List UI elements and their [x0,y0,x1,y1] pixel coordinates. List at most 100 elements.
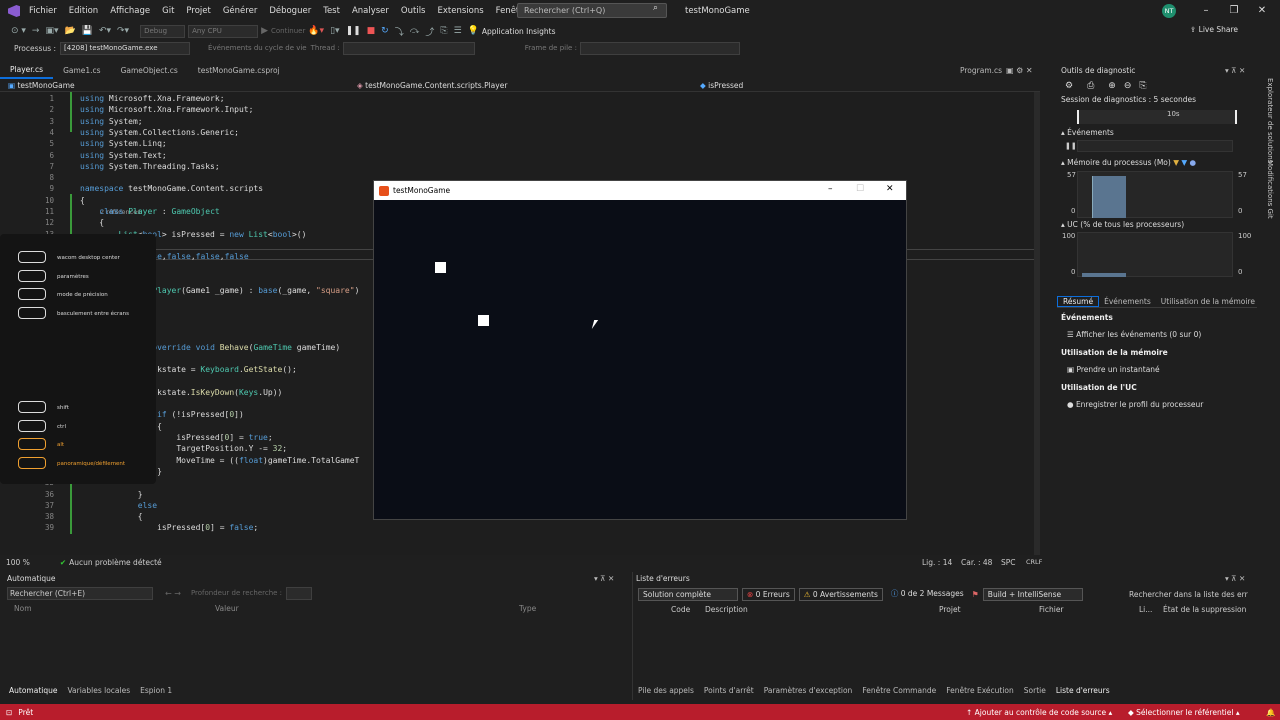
nav-project[interactable]: ▣ testMonoGame [8,81,75,90]
autos-search-input[interactable]: Rechercher (Ctrl+E) [7,586,153,600]
wacom-button[interactable] [18,457,46,469]
problems-status[interactable]: Aucun problème détecté [69,558,162,567]
restart-icon[interactable]: ↻ [378,26,392,36]
code-line[interactable]: namespace testMonoGame.Content.scripts [80,184,263,193]
errors-filter[interactable]: ⊗ 0 Erreurs [742,587,795,601]
panel-pin-icon[interactable]: ▾ ⊼ ✕ [1225,572,1245,585]
notifications-icon[interactable]: 🔔 [1266,708,1275,717]
diag-memory-header[interactable]: ▴ Mémoire du processus (Mo) ▼ ▼ ● [1061,158,1196,167]
autos-tab[interactable]: Automatique [4,686,62,695]
reset-icon[interactable]: ⎘ [1139,81,1146,91]
hot-reload-icon[interactable]: 🔥▾ [305,26,327,36]
new-item-icon[interactable]: ▣▾ [42,26,61,36]
wacom-button[interactable] [18,438,46,450]
code-line[interactable]: { [80,218,104,227]
col-project[interactable]: Projet [939,605,961,614]
code-line[interactable]: using Microsoft.Xna.Framework.Input; [80,105,253,114]
warnings-filter[interactable]: ⚠ 0 Avertissements [798,587,883,601]
col-type[interactable]: Type [519,604,536,613]
col-file[interactable]: Fichier [1039,605,1064,614]
tab-testmonogame-csproj[interactable]: testMonoGame.csproj [188,64,290,78]
menu-item[interactable]: Outils [395,0,432,22]
code-line[interactable]: { [80,512,143,521]
menu-item[interactable]: Test [317,0,346,22]
show-events-link[interactable]: ☰ Afficher les événements (0 sur 0) [1067,330,1201,339]
col-code[interactable]: Code [671,605,690,614]
redo-icon[interactable]: ↷▾ [114,26,132,36]
close-icon[interactable]: ✕ [1248,0,1276,22]
code-line[interactable]: } [80,490,143,499]
menu-item[interactable]: Générer [217,0,263,22]
app-insights-button[interactable]: Application Insights [482,27,556,36]
minimize-icon[interactable]: – [1192,0,1220,22]
game-minimize-icon[interactable]: – [828,184,833,194]
tab-player-cs[interactable]: Player.cs [0,63,54,79]
code-line[interactable]: using System.Collections.Generic; [80,128,239,137]
save-icon[interactable]: 💾 [79,26,96,36]
platform-combo[interactable]: Any CPU [188,24,259,38]
nav-member[interactable]: ◆ isPressed [700,81,743,90]
maximize-icon[interactable]: ❐ [1220,0,1248,22]
zoom-in-icon[interactable]: ⊕ [1108,81,1116,91]
wacom-button[interactable] [18,270,46,282]
dropdown-icon[interactable]: ▣ ⚙ ✕ [1006,66,1033,75]
menu-item[interactable]: Edition [63,0,104,22]
bottom-tab[interactable]: Paramètres d'exception [759,686,858,695]
lifecycle-events-button[interactable]: Événements du cycle de vie [208,44,307,52]
wacom-button[interactable] [18,307,46,319]
diag-tab[interactable]: Résumé [1057,296,1100,307]
game-maximize-icon[interactable]: ☐ [856,184,864,194]
col-value[interactable]: Valeur [215,604,239,613]
search-icon[interactable]: ⌕ [653,3,658,13]
diag-tab[interactable]: Événements [1099,297,1156,306]
whitespace-mode[interactable]: SPC [1001,558,1016,567]
panel-pin-icon[interactable]: ▾ ⊼ ✕ [1225,64,1245,77]
col-description[interactable]: Description [705,605,748,614]
menu-item[interactable]: Fichier [23,0,63,22]
game-window-titlebar[interactable]: testMonoGame – ☐ ✕ [374,181,906,200]
back-icon[interactable]: ⊙ ▾ [8,26,29,36]
live-share-button[interactable]: ⇪ Live Share [1190,25,1238,34]
pause-icon[interactable]: ❚❚ [343,26,364,36]
autos-tab[interactable]: Espion 1 [135,686,177,695]
bottom-tab[interactable]: Points d'arrêt [699,686,759,695]
wacom-button[interactable] [18,420,46,432]
menu-item[interactable]: Git [156,0,180,22]
game-close-icon[interactable]: ✕ [886,184,894,194]
code-line[interactable]: using System; [80,117,143,126]
col-name[interactable]: Nom [14,604,32,613]
zoom-level[interactable]: 100 % [6,558,30,567]
filter-icon[interactable]: ⚑ [972,590,979,599]
diag-events-header[interactable]: ▴ Événements [1061,128,1114,137]
line-ending[interactable]: CRLF [1026,558,1042,566]
code-line[interactable]: isPressed[0] = false; [80,523,258,532]
tab-program[interactable]: Program.cs [950,64,1012,78]
bottom-tab[interactable]: Liste d'erreurs [1051,686,1115,695]
wacom-button[interactable] [18,251,46,263]
depth-combo[interactable] [286,586,313,600]
messages-filter[interactable]: ⓘ 0 de 2 Messages [887,588,968,601]
build-combo[interactable]: Build + IntelliSense [982,587,1083,601]
pause-events-icon[interactable]: ❚❚ [1065,142,1077,150]
zoom-out-icon[interactable]: ⊖ [1124,81,1132,91]
col-line[interactable]: Li... [1139,605,1152,614]
forward-icon[interactable]: → [29,26,43,36]
code-line[interactable]: using Microsoft.Xna.Framework; [80,94,225,103]
code-line[interactable]: class Player : GameObject [80,207,219,216]
solution-explorer-tab[interactable]: Explorateur de solutions [1266,78,1274,163]
undo-icon[interactable]: ↶▾ [96,26,114,36]
stack-frame-combo[interactable] [579,41,740,55]
nav-class[interactable]: ◈ testMonoGame.Content.scripts.Player [357,81,507,90]
stop-icon[interactable]: ■ [364,26,379,36]
tab-gameobject-cs[interactable]: GameObject.cs [111,64,188,78]
insights-icon[interactable]: 💡 [465,26,482,36]
process-combo[interactable]: [4208] testMonoGame.exe [60,41,191,55]
code-line[interactable]: { [80,196,85,205]
code-line[interactable]: using System.Text; [80,151,167,160]
repo-button[interactable]: ◆ Sélectionner le référentiel ▴ [1128,708,1240,717]
settings-icon[interactable]: ⚙ [1065,81,1073,91]
continue-button[interactable]: Continuer [271,27,305,35]
col-suppression[interactable]: État de la suppression [1163,605,1246,614]
panel-pin-icon[interactable]: ▾ ⊼ ✕ [594,572,614,585]
source-control-button[interactable]: ↑ Ajouter au contrôle de code source ▴ [966,708,1112,717]
